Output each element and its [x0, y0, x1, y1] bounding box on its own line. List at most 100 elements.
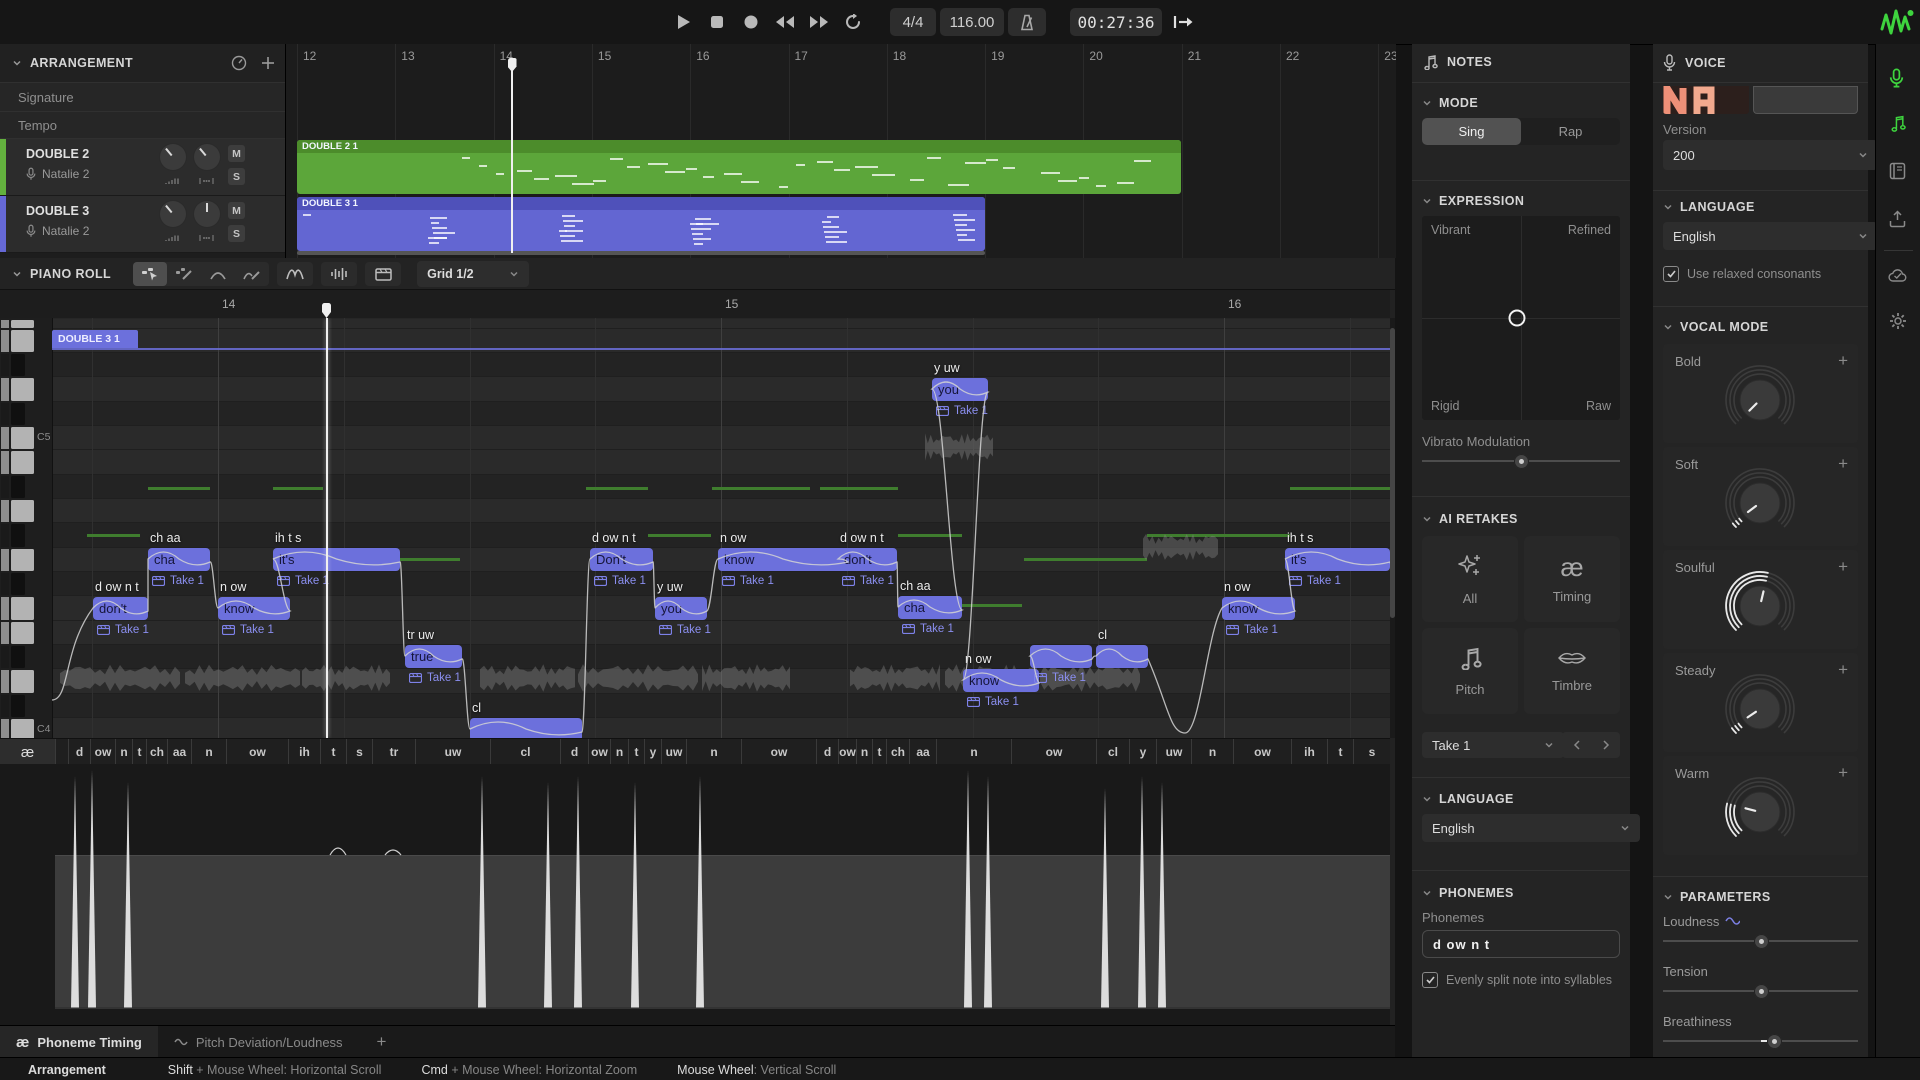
midi-note[interactable] — [470, 718, 582, 738]
phonemes-input[interactable]: d ow n t — [1422, 930, 1620, 958]
take-badge[interactable]: Take 1 — [967, 696, 1019, 708]
mode-collapse-chevron[interactable] — [1422, 98, 1432, 108]
take-badge[interactable]: Take 1 — [222, 624, 274, 636]
track-row-double-2[interactable]: DOUBLE 2Natalie 2MS — [0, 139, 285, 196]
vocal-mode-knob[interactable] — [1714, 770, 1806, 850]
vocal-mode-add-button[interactable]: + — [1838, 352, 1848, 369]
piano-key-white[interactable] — [11, 378, 34, 401]
tempo-row[interactable]: Tempo — [0, 112, 285, 139]
take-badge[interactable]: Take 1 — [277, 575, 329, 587]
phoneme-cell[interactable]: s — [1353, 739, 1390, 765]
dictionary-icon[interactable] — [1889, 162, 1906, 183]
midi-note[interactable]: know — [1222, 597, 1295, 620]
phoneme-cell[interactable]: ow — [226, 739, 288, 765]
version-dropdown[interactable]: 200 — [1663, 140, 1878, 170]
phoneme-cell[interactable]: n — [856, 739, 872, 765]
clip-double-2-1[interactable]: DOUBLE 2 1 — [297, 140, 1181, 194]
vocal-mode-knob[interactable] — [1714, 667, 1806, 747]
select-tool-button[interactable] — [133, 262, 167, 286]
play-button[interactable] — [668, 9, 698, 35]
pan-knob[interactable] — [194, 201, 220, 227]
phoneme-cell[interactable]: ow — [1011, 739, 1096, 765]
vocal-mode-add-button[interactable]: + — [1838, 764, 1848, 781]
mute-button[interactable]: M — [228, 145, 245, 162]
piano-key-white[interactable] — [11, 719, 34, 738]
midi-note[interactable]: know — [963, 669, 1039, 692]
take-badge[interactable]: Take 1 — [97, 624, 149, 636]
piano-key-white[interactable] — [11, 670, 34, 693]
track-row-double-3[interactable]: DOUBLE 3Natalie 2MS — [0, 196, 285, 253]
phoneme-cell[interactable]: cl — [490, 739, 560, 765]
phoneme-cell[interactable]: cl — [1096, 739, 1129, 765]
volume-knob[interactable] — [160, 144, 186, 170]
midi-note[interactable]: Don't — [590, 548, 653, 571]
time-display[interactable]: 00:27:36 — [1070, 8, 1162, 36]
loudness-view-button[interactable] — [321, 262, 357, 286]
curve-tool-button[interactable] — [201, 262, 235, 286]
take-badge[interactable]: Take 1 — [659, 624, 711, 636]
mode-option-rap[interactable]: Rap — [1521, 118, 1620, 145]
take-badge[interactable]: Take 1 — [1226, 624, 1278, 636]
relaxed-consonants-checkbox[interactable]: Use relaxed consonants — [1663, 266, 1821, 282]
ai-retakes-collapse-chevron[interactable] — [1422, 514, 1432, 524]
piano-roll-collapse-chevron[interactable] — [12, 269, 22, 279]
phoneme-cell[interactable]: ih — [288, 739, 320, 765]
settings-gear-icon[interactable] — [1889, 312, 1907, 333]
add-lane-button[interactable]: + — [359, 1026, 405, 1058]
slider-thumb[interactable] — [1514, 454, 1529, 469]
piano-key-white[interactable] — [11, 597, 34, 620]
piano-key-black[interactable] — [11, 695, 25, 717]
piano-key-white[interactable] — [11, 549, 34, 571]
phoneme-cell[interactable]: ch — [146, 739, 167, 765]
phonemes-collapse-chevron[interactable] — [1422, 888, 1432, 898]
phoneme-cell[interactable]: aa — [167, 739, 191, 765]
phoneme-cell[interactable]: d — [816, 739, 838, 765]
take-badge[interactable]: Take 1 — [1034, 672, 1086, 684]
phoneme-cell[interactable]: y — [644, 739, 661, 765]
parameter-slider-breathiness[interactable] — [1663, 1034, 1858, 1048]
expression-collapse-chevron[interactable] — [1422, 196, 1432, 206]
slider-thumb[interactable] — [1767, 1034, 1782, 1049]
note-language-dropdown[interactable]: English — [1422, 814, 1640, 842]
arrangement-timeline[interactable]: 121314151617181920212223DOUBLE 2 1DOUBLE… — [285, 44, 1396, 258]
voice-name-field[interactable] — [1753, 86, 1858, 114]
expression-handle[interactable] — [1509, 310, 1526, 327]
phoneme-cell[interactable]: ow — [588, 739, 610, 765]
signature-row[interactable]: Signature — [0, 83, 285, 112]
vocal-mode-add-button[interactable]: + — [1838, 455, 1848, 472]
solo-button[interactable]: S — [228, 168, 245, 185]
phoneme-cell[interactable]: ch — [886, 739, 909, 765]
volume-knob[interactable] — [160, 201, 186, 227]
grid-size-dropdown[interactable]: Grid 1/2 — [417, 261, 529, 287]
phoneme-cell[interactable]: n — [115, 739, 132, 765]
voice-tab-icon[interactable] — [1889, 68, 1904, 91]
phoneme-cell[interactable]: aa — [909, 739, 936, 765]
phoneme-cell[interactable]: uw — [661, 739, 686, 765]
midi-note[interactable]: you — [655, 597, 707, 620]
vocal-mode-add-button[interactable]: + — [1838, 558, 1848, 575]
retake-button-pitch[interactable]: Pitch — [1422, 628, 1518, 714]
export-icon[interactable] — [1889, 210, 1906, 231]
retake-view-button[interactable] — [365, 262, 401, 286]
take-badge[interactable]: Take 1 — [409, 672, 461, 684]
expression-xy-pad[interactable]: Vibrant Refined Rigid Raw — [1422, 216, 1620, 420]
phoneme-cell[interactable]: t — [320, 739, 346, 765]
evenly-split-checkbox[interactable]: Evenly split note into syllables — [1422, 972, 1612, 988]
midi-note[interactable]: don't — [838, 548, 897, 571]
take-badge[interactable]: Take 1 — [902, 623, 954, 635]
tab-pitch-deviation-loudness[interactable]: Pitch Deviation/Loudness — [158, 1026, 359, 1058]
vibrato-modulation-slider[interactable] — [1422, 454, 1620, 468]
loop-button[interactable] — [838, 9, 868, 35]
midi-note[interactable]: know — [718, 548, 848, 571]
take-badge[interactable]: Take 1 — [152, 575, 204, 587]
phoneme-cell[interactable]: ih — [1291, 739, 1327, 765]
midi-note[interactable]: don't — [93, 597, 148, 620]
phoneme-cell[interactable]: uw — [1156, 739, 1191, 765]
phoneme-cell[interactable]: d — [68, 739, 90, 765]
phoneme-cell[interactable]: ow — [838, 739, 856, 765]
time-signature-display[interactable]: 4/4 — [890, 8, 936, 36]
phoneme-cell[interactable]: d — [560, 739, 588, 765]
piano-key-black[interactable] — [11, 646, 25, 668]
phoneme-cell[interactable]: ow — [741, 739, 816, 765]
tempo-display[interactable]: 116.00 — [940, 8, 1004, 36]
